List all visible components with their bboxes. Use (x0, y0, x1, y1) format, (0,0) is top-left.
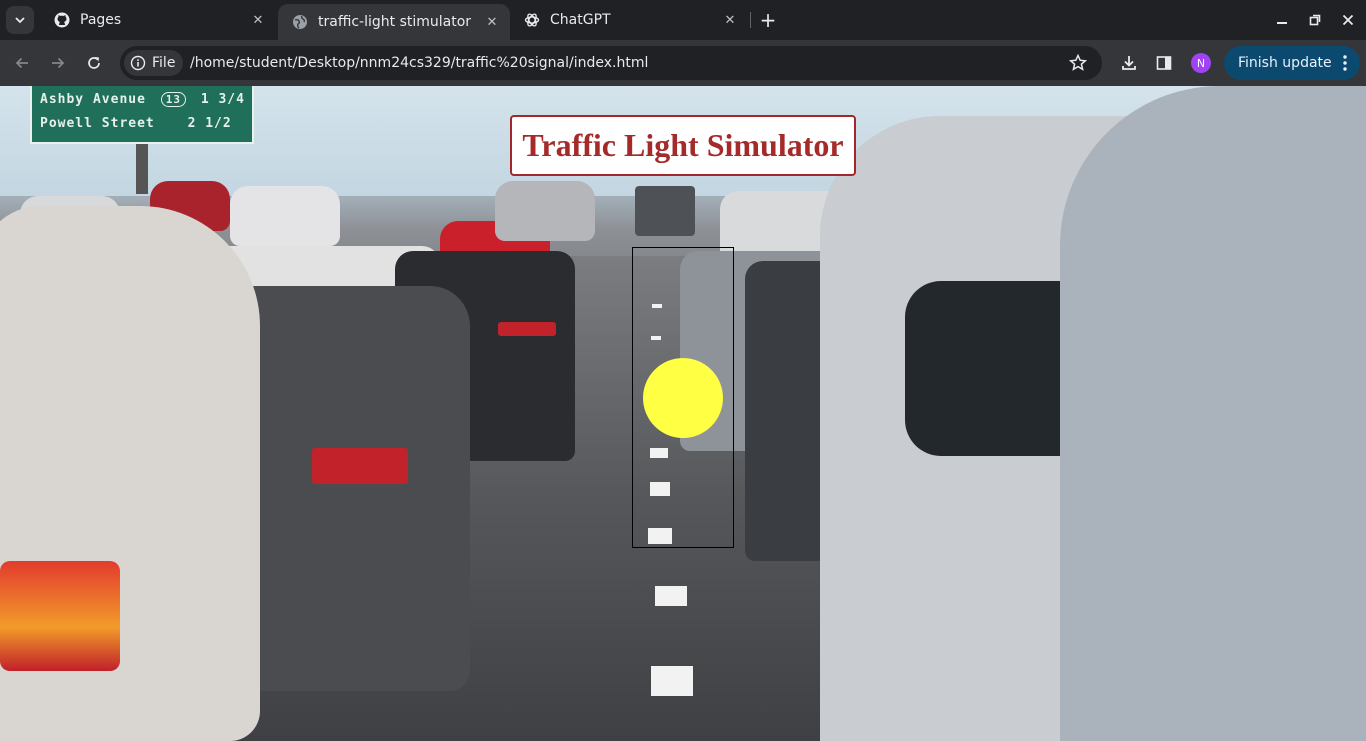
yellow-light (643, 358, 723, 438)
chatgpt-icon (524, 12, 540, 28)
sign-line-1: Ashby Avenue (40, 92, 146, 107)
tail-light (498, 322, 556, 336)
tab-title: traffic-light stimulator (318, 14, 472, 30)
site-info-chip[interactable]: File (124, 50, 184, 76)
bookmark-star-icon[interactable] (1068, 53, 1088, 73)
forward-button[interactable] (44, 49, 72, 77)
restore-icon (1309, 14, 1321, 26)
side-panel-icon (1156, 56, 1172, 70)
car-shape (495, 181, 595, 241)
info-icon (130, 55, 146, 71)
profile-avatar[interactable]: N (1191, 53, 1211, 73)
downloads-button[interactable] (1118, 52, 1140, 74)
maximize-button[interactable] (1303, 8, 1327, 32)
side-panel-button[interactable] (1153, 52, 1175, 74)
tail-light (312, 448, 408, 484)
page-title: Traffic Light Simulator (522, 127, 844, 163)
finish-update-button[interactable]: Finish update (1224, 46, 1360, 80)
tab-chatgpt[interactable]: ChatGPT ✕ (510, 4, 748, 36)
red-light (643, 258, 723, 338)
github-icon (54, 12, 70, 28)
route-shield: 13 (160, 92, 186, 107)
sign-pole (136, 144, 148, 194)
download-icon (1122, 56, 1136, 70)
site-info-label: File (152, 55, 176, 71)
tab-strip: Pages ✕ traffic-light stimulator ✕ ChatG… (0, 0, 1366, 40)
close-tab-icon[interactable]: ✕ (720, 10, 740, 30)
green-light (643, 458, 723, 538)
tab-title: Pages (80, 12, 122, 28)
reload-button[interactable] (80, 49, 108, 77)
globe-icon (292, 14, 308, 30)
sign-distance-2: 2 1/2 (187, 116, 232, 131)
arrow-left-icon (15, 57, 28, 69)
finish-update-label: Finish update (1238, 55, 1332, 71)
reload-icon (88, 57, 100, 69)
tab-search-button[interactable] (6, 6, 34, 34)
chevron-down-icon (15, 17, 25, 24)
close-tab-icon[interactable]: ✕ (248, 10, 268, 30)
tab-separator (750, 12, 751, 28)
tab-title: ChatGPT (550, 12, 611, 28)
more-vert-icon (1343, 55, 1347, 71)
page-title-box: Traffic Light Simulator (510, 115, 856, 176)
back-button[interactable] (8, 49, 36, 77)
close-window-button[interactable] (1336, 8, 1360, 32)
tail-light (0, 561, 120, 671)
truck-shape (635, 186, 695, 236)
lane-marking (651, 666, 693, 696)
sign-distance-1: 1 3/4 (200, 92, 245, 107)
car-shape (1060, 86, 1366, 741)
close-tab-icon[interactable]: ✕ (482, 12, 502, 32)
new-tab-button[interactable]: + (757, 8, 779, 32)
close-icon (1342, 14, 1354, 26)
car-shape (230, 186, 340, 246)
browser-toolbar: File /home/student/Desktop/nnm24cs329/tr… (0, 40, 1366, 86)
sign-line-2: Powell Street (40, 116, 155, 131)
lane-marking (655, 586, 687, 606)
tab-pages[interactable]: Pages ✕ (40, 4, 276, 36)
minimize-button[interactable] (1270, 8, 1294, 32)
url-text: /home/student/Desktop/nnm24cs329/traffic… (190, 55, 649, 71)
page-viewport: Ashby Avenue 13 1 3/4 Powell Street 2 1/… (0, 86, 1366, 741)
minimize-icon (1277, 22, 1287, 24)
address-bar[interactable]: File /home/student/Desktop/nnm24cs329/tr… (120, 46, 1102, 80)
highway-sign: Ashby Avenue 13 1 3/4 Powell Street 2 1/… (30, 86, 254, 144)
traffic-light-frame (632, 247, 734, 548)
arrow-right-icon (52, 57, 65, 69)
tab-traffic-light[interactable]: traffic-light stimulator ✕ (278, 4, 510, 40)
